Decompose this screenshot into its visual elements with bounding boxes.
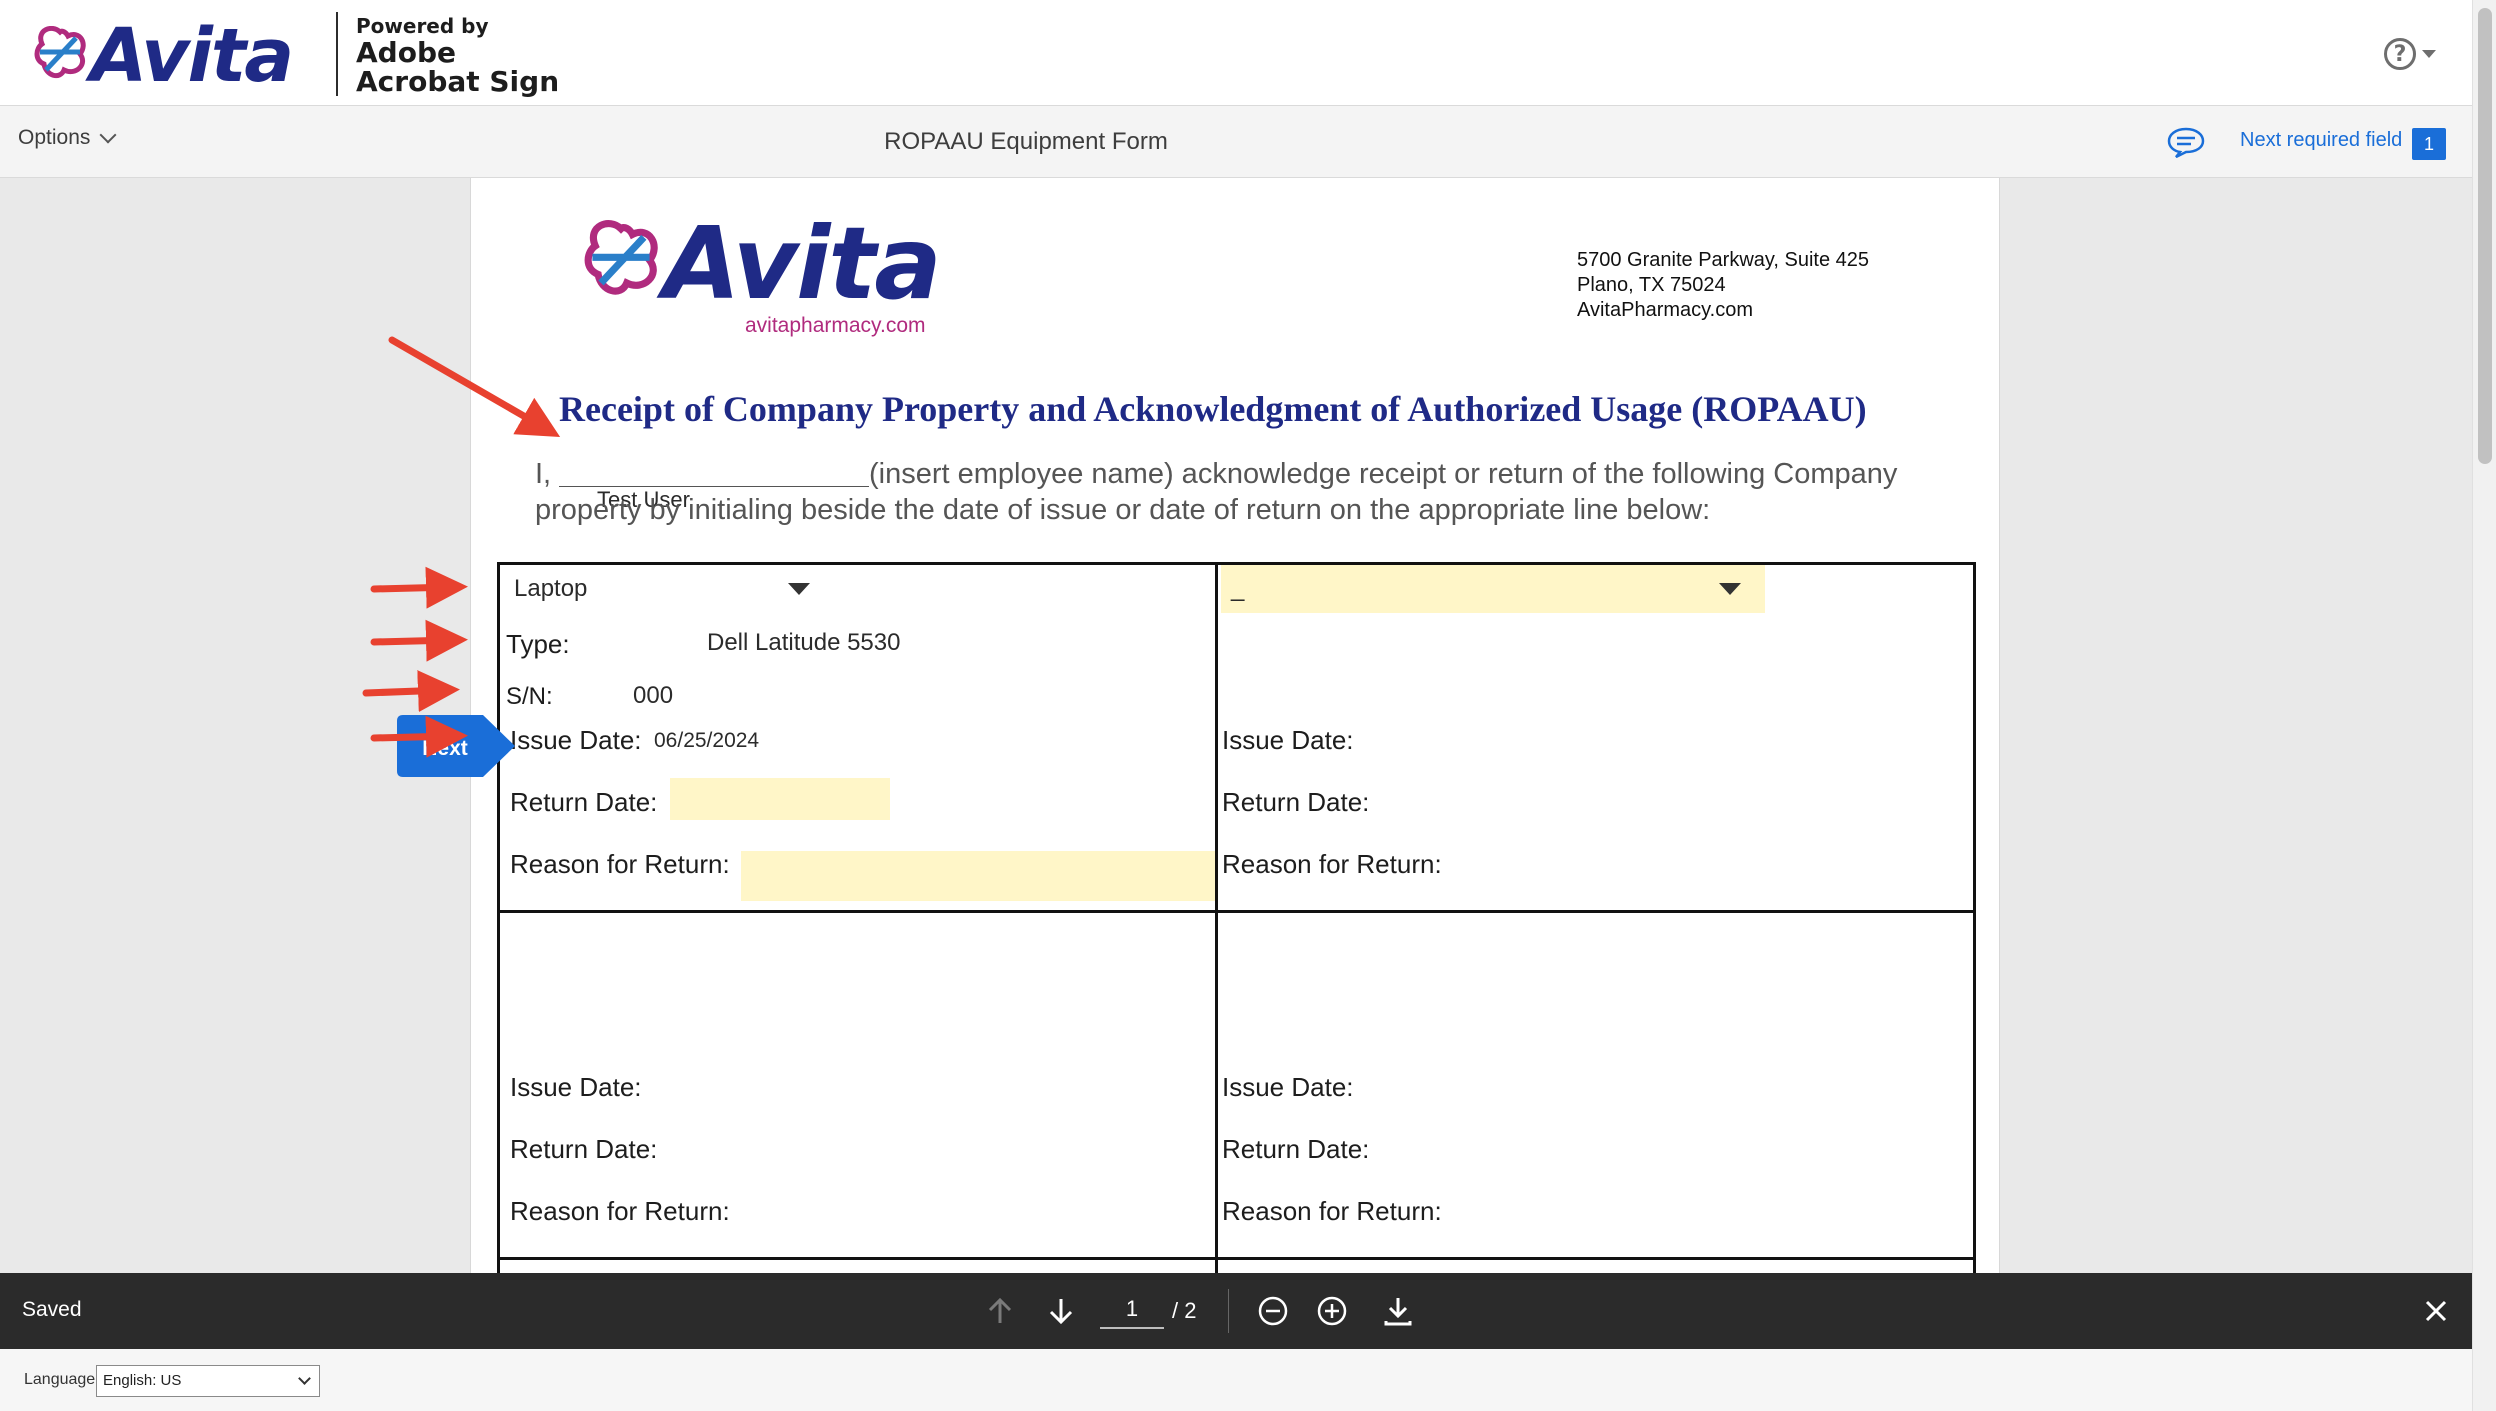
issue-date-field[interactable]: 06/25/2024 bbox=[654, 729, 759, 753]
intro-line2: property by initialing beside the date o… bbox=[535, 494, 1711, 526]
language-label: Language bbox=[24, 1371, 96, 1388]
intro-prefix: I, bbox=[535, 458, 552, 490]
return-date-label: Return Date: bbox=[510, 787, 658, 817]
next-tag-label[interactable]: Next bbox=[422, 737, 468, 760]
document-controls-bar: Saved 1 / 2 bbox=[0, 1273, 2472, 1349]
reason-for-return-label: Reason for Return: bbox=[510, 849, 730, 879]
powered-by-label: Powered by bbox=[356, 14, 489, 38]
page-number-input[interactable]: 1 bbox=[1100, 1289, 1164, 1329]
document-logo-text: Avita bbox=[663, 204, 942, 322]
arrow-annotation bbox=[362, 670, 460, 713]
type-field[interactable]: Dell Latitude 5530 bbox=[707, 629, 900, 657]
document-avita-logo: Avita bbox=[581, 205, 942, 322]
return-date-label: Return Date: bbox=[1222, 1134, 1370, 1164]
issue-date-label: Issue Date: bbox=[1222, 1072, 1354, 1102]
zoom-out-icon[interactable] bbox=[1255, 1293, 1291, 1329]
next-required-field-link[interactable]: Next required field bbox=[2240, 129, 2402, 152]
avita-star-icon bbox=[34, 26, 86, 79]
brand-divider bbox=[336, 12, 338, 96]
sn-label: S/N: bbox=[506, 683, 553, 710]
address-line: AvitaPharmacy.com bbox=[1577, 299, 1753, 321]
product-name-line2: Acrobat Sign bbox=[356, 65, 560, 98]
reason-for-return-label: Reason for Return: bbox=[1222, 849, 1442, 879]
chevron-down-icon[interactable] bbox=[298, 1372, 311, 1385]
issue-date-label: Issue Date: bbox=[1222, 725, 1354, 755]
close-icon[interactable] bbox=[2418, 1293, 2454, 1329]
issue-date-label: Issue Date: bbox=[510, 725, 642, 755]
chevron-down-icon[interactable] bbox=[2422, 50, 2436, 58]
intro-line1: (insert employee name) acknowledge recei… bbox=[869, 458, 1898, 490]
vertical-scrollbar[interactable] bbox=[2472, 0, 2496, 1411]
scrollbar-thumb[interactable] bbox=[2478, 8, 2492, 464]
address-line: Plano, TX 75024 bbox=[1577, 274, 1726, 296]
language-select[interactable]: English: US bbox=[96, 1365, 320, 1397]
next-field-tag[interactable]: Next bbox=[397, 715, 515, 777]
arrow-up-icon[interactable] bbox=[982, 1293, 1018, 1329]
form-heading: Receipt of Company Property and Acknowle… bbox=[559, 389, 1867, 429]
save-status: Saved bbox=[22, 1298, 82, 1321]
dropdown-value[interactable]: Laptop bbox=[514, 575, 587, 603]
avita-logo: Avita bbox=[32, 13, 294, 99]
arrow-annotation bbox=[370, 619, 468, 662]
equipment-item-dropdown[interactable]: _ bbox=[1221, 565, 1765, 613]
return-date-label: Return Date: bbox=[510, 1134, 658, 1164]
help-icon[interactable]: ? bbox=[2384, 38, 2416, 70]
reason-for-return-field[interactable] bbox=[741, 851, 1215, 901]
download-icon[interactable] bbox=[1380, 1293, 1416, 1329]
arrow-down-icon[interactable] bbox=[1043, 1293, 1079, 1329]
dropdown-caret-icon[interactable] bbox=[1719, 583, 1741, 595]
document-title: ROPAAU Equipment Form bbox=[884, 128, 1168, 155]
avita-star-icon bbox=[584, 220, 658, 295]
brand-header: Avita Powered by Adobe Acrobat Sign ? bbox=[0, 0, 2472, 106]
document-page: Avita avitapharmacy.com 5700 Granite Par… bbox=[470, 178, 2000, 1273]
equipment-item-dropdown[interactable]: Laptop bbox=[504, 565, 834, 613]
help-menu[interactable]: ? bbox=[2384, 38, 2436, 70]
employee-name-field[interactable]: Test User bbox=[559, 486, 869, 512]
type-label: Type: bbox=[506, 629, 570, 659]
brand-logo-text: Avita bbox=[90, 13, 294, 99]
comment-icon[interactable] bbox=[2166, 126, 2206, 158]
grid-divider bbox=[1215, 565, 1218, 1273]
issue-date-label: Issue Date: bbox=[510, 1072, 642, 1102]
return-date-label: Return Date: bbox=[1222, 787, 1370, 817]
document-toolbar: Options ROPAAU Equipment Form Next requi… bbox=[0, 106, 2472, 178]
company-address: 5700 Granite Parkway, Suite 425 Plano, T… bbox=[1577, 248, 1869, 323]
powered-by-adobe: Powered by Adobe Acrobat Sign bbox=[356, 14, 559, 96]
language-footer: Language English: US bbox=[0, 1349, 2472, 1411]
arrow-annotation bbox=[370, 566, 468, 609]
equipment-grid: Laptop Type: Dell Latitude 5530 S/N: 000… bbox=[497, 562, 1976, 1273]
dropdown-value[interactable]: _ bbox=[1231, 575, 1244, 603]
sn-field[interactable]: 000 bbox=[633, 682, 673, 710]
address-line: 5700 Granite Parkway, Suite 425 bbox=[1577, 249, 1870, 271]
next-required-count-badge[interactable]: 1 bbox=[2412, 128, 2446, 160]
return-date-field[interactable] bbox=[670, 778, 890, 820]
language-selected-value[interactable]: English: US bbox=[103, 1372, 181, 1389]
grid-divider bbox=[500, 1257, 1973, 1260]
reason-for-return-label: Reason for Return: bbox=[510, 1196, 730, 1226]
grid-divider bbox=[500, 910, 1973, 913]
page-total: / 2 bbox=[1172, 1298, 1197, 1323]
dropdown-caret-icon[interactable] bbox=[788, 583, 810, 595]
toolbar-separator bbox=[1228, 1289, 1229, 1333]
document-logo-url: avitapharmacy.com bbox=[745, 314, 926, 337]
reason-for-return-label: Reason for Return: bbox=[1222, 1196, 1442, 1226]
product-name-line1: Adobe bbox=[356, 36, 456, 69]
zoom-in-icon[interactable] bbox=[1314, 1293, 1350, 1329]
